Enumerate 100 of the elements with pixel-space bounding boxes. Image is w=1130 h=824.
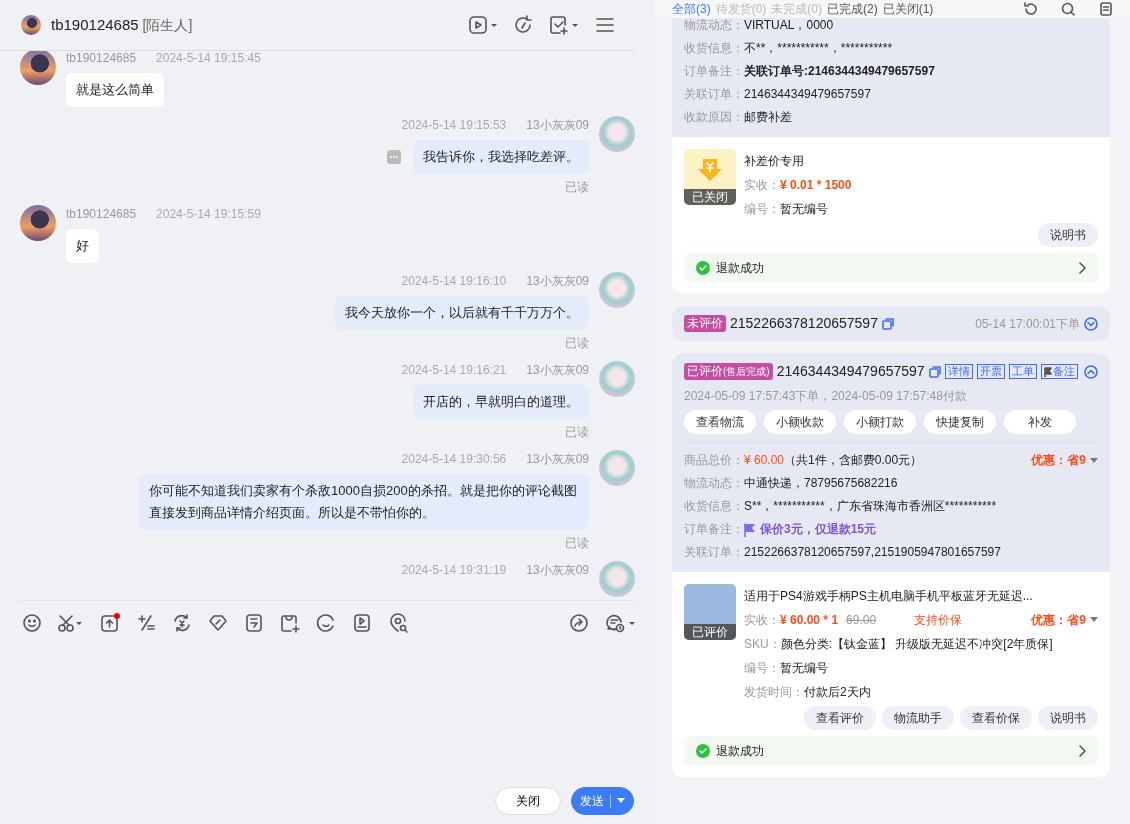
read-status: 已读 xyxy=(565,335,589,352)
action-button[interactable]: 小额打款 xyxy=(844,410,916,434)
order-link[interactable]: 开票 xyxy=(976,364,1005,379)
discount-value: 优惠：省9 xyxy=(1031,612,1086,629)
checklist-dropdown-icon[interactable] xyxy=(549,15,579,35)
action-button[interactable]: 小额收款 xyxy=(764,410,836,434)
document-play-icon[interactable] xyxy=(352,612,372,633)
avatar xyxy=(20,205,56,241)
status-label: 已关闭 xyxy=(684,189,736,205)
toggle-icon[interactable] xyxy=(1084,316,1098,331)
coupon-tag-icon[interactable] xyxy=(208,612,228,633)
item-button[interactable]: 查看评价 xyxy=(804,706,876,730)
refresh-icon[interactable] xyxy=(513,15,533,35)
exchange-icon[interactable] xyxy=(172,612,192,633)
price-value: ¥ 60.00 xyxy=(744,452,785,469)
copy-icon[interactable] xyxy=(928,365,941,378)
filter-tab[interactable]: 全部(3) xyxy=(672,0,711,18)
caret-icon[interactable] xyxy=(1090,457,1098,464)
share-icon[interactable] xyxy=(569,612,589,633)
item-button[interactable]: 说明书 xyxy=(1038,706,1098,730)
field-value: 颜色分类:【钛金蓝】 升级版无延迟不冲突[2年质保] xyxy=(780,636,1053,653)
action-button[interactable]: 补发 xyxy=(1004,410,1076,434)
check-circle-icon xyxy=(696,260,710,275)
filter-tab[interactable]: 已关闭(1) xyxy=(882,0,934,18)
action-button[interactable]: 查看物流 xyxy=(684,410,756,434)
product-title: 补差价专用 xyxy=(744,153,805,170)
bag-add-icon[interactable] xyxy=(280,612,300,633)
field-value: VIRTUAL，0000 xyxy=(744,18,834,34)
smile-bubble-icon[interactable] xyxy=(316,612,336,633)
discount-value: 优惠：省9 xyxy=(1031,452,1086,469)
message-bubble: 你可能不知道我们卖家有个杀敌1000自损200的杀招。就是把你的评论截图直接发到商品详情介绍页面。所以是不带怕你的。 xyxy=(139,474,589,530)
field-value: 不**，***********，*********** xyxy=(744,40,893,57)
copy-icon[interactable] xyxy=(881,317,894,330)
read-status: 已读 xyxy=(565,535,589,552)
sender-name: 13小灰灰09 xyxy=(526,562,589,579)
field-label: 编号： xyxy=(744,660,780,677)
plus-minus-icon[interactable] xyxy=(136,612,156,633)
order-link[interactable]: 工单 xyxy=(1008,364,1037,379)
field-label: 实收： xyxy=(744,177,780,194)
message-time: 2024-5-14 19:30:56 xyxy=(401,451,507,468)
message-time: 2024-5-14 19:16:10 xyxy=(401,273,507,290)
field-label: 收款原因： xyxy=(684,109,744,126)
upload-icon[interactable] xyxy=(100,612,120,633)
order-link[interactable]: 备注 xyxy=(1040,364,1078,379)
close-button[interactable]: 关闭 xyxy=(495,787,561,815)
sender-name: tb190124685 xyxy=(66,51,137,67)
chevron-right-icon xyxy=(1078,744,1086,757)
item-button[interactable]: 说明书 xyxy=(1038,223,1098,247)
location-search-icon[interactable] xyxy=(388,612,408,633)
price-value: ¥ 0.01 * 1500 xyxy=(780,177,852,194)
message-time: 2024-5-14 19:31:19 xyxy=(401,562,507,579)
field-value: 2152266378120657597,2151905947801657597 xyxy=(744,544,1001,561)
sender-name: 13小灰灰09 xyxy=(526,117,589,134)
flag-icon xyxy=(744,522,756,537)
sender-name: tb190124685 xyxy=(66,206,137,223)
receipt-icon[interactable] xyxy=(244,612,264,633)
caret-icon[interactable] xyxy=(1090,617,1098,623)
field-label: 商品总价： xyxy=(684,452,744,469)
send-button[interactable]: 发送 xyxy=(571,787,634,815)
order-link[interactable]: 详情 xyxy=(944,364,973,379)
chevron-right-icon xyxy=(1078,261,1086,274)
order-number: 2146344349479657597 xyxy=(776,362,925,381)
coin-bag-icon xyxy=(696,157,724,183)
filter-tab[interactable]: 已完成(2) xyxy=(827,0,878,18)
field-value: 付款后2天内 xyxy=(804,684,871,701)
message-bubble: 就是这么简单 xyxy=(66,73,164,107)
field-label: 订单备注： xyxy=(684,63,744,80)
scissors-dropdown-icon[interactable] xyxy=(58,612,84,633)
message-time: 2024-5-14 19:15:53 xyxy=(401,117,507,134)
field-value: 暂无编号 xyxy=(780,660,828,677)
document-icon[interactable] xyxy=(1099,2,1113,16)
avatar xyxy=(21,15,41,35)
field-value: 暂无编号 xyxy=(780,201,828,218)
caret-icon xyxy=(617,798,625,804)
sender-name: 13小灰灰09 xyxy=(526,451,589,468)
video-dropdown-icon[interactable] xyxy=(469,15,497,35)
toggle-icon[interactable] xyxy=(1084,364,1098,379)
item-button[interactable]: 查看价保 xyxy=(960,706,1032,730)
refresh-icon[interactable] xyxy=(1023,2,1037,16)
field-label: 编号： xyxy=(744,201,780,218)
guarantee-label: 支持价保 xyxy=(914,612,963,629)
field-label: 物流动态： xyxy=(684,475,744,492)
refund-bar[interactable]: 退款成功 xyxy=(684,253,1098,282)
field-value: 邮费补差 xyxy=(744,109,792,126)
refund-bar[interactable]: 退款成功 xyxy=(684,736,1098,765)
avatar xyxy=(599,561,635,597)
field-label: 关联订单： xyxy=(684,544,744,561)
menu-icon[interactable] xyxy=(595,15,615,35)
avatar xyxy=(599,116,635,152)
action-button[interactable]: 快捷复制 xyxy=(924,410,996,434)
sender-name: 13小灰灰09 xyxy=(526,273,589,290)
price-detail: （共1件，含邮费0.00元） xyxy=(784,452,923,469)
read-status: 已读 xyxy=(565,179,589,196)
message-time: 2024-5-14 19:15:59 xyxy=(156,206,261,223)
item-button[interactable]: 物流助手 xyxy=(882,706,954,730)
search-icon[interactable] xyxy=(1061,2,1075,16)
chat-history-dropdown-icon[interactable] xyxy=(605,612,635,633)
read-status: 已读 xyxy=(565,424,589,441)
emoji-icon[interactable] xyxy=(22,612,42,633)
field-label: 实收： xyxy=(744,612,780,629)
